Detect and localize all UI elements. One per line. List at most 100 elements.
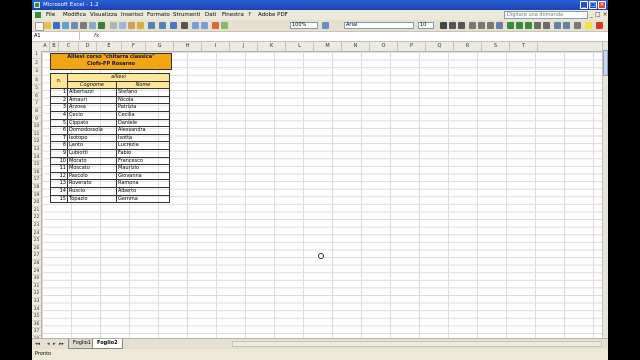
row-header[interactable]: 37 xyxy=(32,328,41,336)
row-header[interactable]: 23 xyxy=(32,222,41,230)
column-header[interactable]: P xyxy=(398,42,426,51)
cell-number[interactable]: 10 xyxy=(50,156,68,166)
cell-cognome[interactable]: Isotopo xyxy=(67,133,117,143)
cell-number[interactable]: 5 xyxy=(50,118,68,128)
vertical-scroll-thumb[interactable] xyxy=(603,50,608,76)
row-header[interactable]: 22 xyxy=(32,214,41,222)
bold-icon[interactable] xyxy=(440,22,447,29)
menu-formato[interactable]: Formato xyxy=(147,10,170,20)
currency-icon[interactable] xyxy=(507,22,514,29)
cell-cognome[interactable]: Cecio xyxy=(67,110,117,120)
row-header[interactable]: 1 xyxy=(32,51,41,59)
cell-cognome[interactable]: Domodossola xyxy=(67,126,117,135)
cell-nome[interactable]: Alessandra xyxy=(116,126,170,135)
help-icon[interactable] xyxy=(322,22,329,29)
font-select[interactable]: Arial xyxy=(344,22,414,29)
font-size-select[interactable]: 10 xyxy=(418,22,434,29)
percent-icon[interactable] xyxy=(516,22,523,29)
horizontal-scrollbar[interactable] xyxy=(232,341,602,347)
worksheet-grid[interactable]: ABCDEFGHIJKLMNOPQRST 1 2 3 4 5 6 7 8 9 10 11 12 13 14… xyxy=(32,42,602,338)
menu-modifica[interactable]: Modifica xyxy=(63,10,86,20)
sort-ascending-icon[interactable] xyxy=(192,22,199,29)
row-header[interactable]: 4 xyxy=(32,76,41,86)
cut-icon[interactable] xyxy=(110,22,117,29)
cell-nome[interactable]: Nicola xyxy=(116,95,170,105)
chart-wizard-icon[interactable] xyxy=(212,22,219,29)
row-header[interactable]: 8 xyxy=(32,108,41,116)
row-header[interactable]: 27 xyxy=(32,252,41,260)
column-header[interactable]: H xyxy=(174,42,202,51)
workbook-icon[interactable] xyxy=(35,12,41,18)
borders-icon[interactable] xyxy=(574,22,581,29)
align-left-icon[interactable] xyxy=(469,22,476,29)
prev-sheet-nav[interactable]: ◂ xyxy=(47,340,50,348)
column-header[interactable]: J xyxy=(230,42,258,51)
next-sheet-nav[interactable]: ▸ xyxy=(53,340,56,348)
row-header[interactable]: 10 xyxy=(32,123,41,131)
first-sheet-nav[interactable]: ◂◂ xyxy=(35,340,40,348)
row-header[interactable]: 9 xyxy=(32,116,41,124)
cell-cognome[interactable]: Morato xyxy=(67,156,117,166)
cell-cognome[interactable]: Topazio xyxy=(67,194,117,204)
open-icon[interactable] xyxy=(44,22,51,29)
autosum-icon[interactable] xyxy=(181,22,188,29)
row-header[interactable]: 33 xyxy=(32,298,41,306)
increase-indent-icon[interactable] xyxy=(563,22,570,29)
cell-nome[interactable]: Fabio xyxy=(116,148,170,158)
undo-icon[interactable] xyxy=(148,22,155,29)
column-header[interactable]: D xyxy=(79,42,97,51)
maximize-button[interactable]: □ xyxy=(589,1,597,9)
column-header[interactable]: F xyxy=(122,42,146,51)
hyperlink-icon[interactable] xyxy=(170,22,177,29)
row-header[interactable]: 13 xyxy=(32,146,41,154)
cell-number[interactable]: 9 xyxy=(50,148,68,158)
row-header[interactable]: 20 xyxy=(32,199,41,207)
column-header[interactable]: T xyxy=(510,42,538,51)
menu-strumenti[interactable]: Strumenti xyxy=(173,10,200,20)
column-header[interactable]: O xyxy=(370,42,398,51)
name-box[interactable]: A1 xyxy=(32,32,80,40)
minimize-button[interactable]: _ xyxy=(580,1,588,9)
tab-foglio2[interactable]: Foglio2 xyxy=(92,339,123,349)
align-right-icon[interactable] xyxy=(487,22,494,29)
cell-nome[interactable]: Gemma xyxy=(116,194,170,204)
row-header[interactable]: 12 xyxy=(32,138,41,146)
new-icon[interactable] xyxy=(35,22,44,31)
close-button[interactable]: × xyxy=(598,1,606,9)
row-header[interactable]: 5 xyxy=(32,85,41,93)
print-icon[interactable] xyxy=(80,22,87,29)
row-header[interactable]: 29 xyxy=(32,268,41,276)
increase-decimal-icon[interactable] xyxy=(534,22,541,29)
column-header[interactable]: S xyxy=(482,42,510,51)
cell-number[interactable]: 2 xyxy=(50,95,68,105)
cell-nome[interactable]: Alberto xyxy=(116,186,170,196)
row-header[interactable]: 24 xyxy=(32,230,41,238)
italic-icon[interactable] xyxy=(449,22,456,29)
row-header[interactable]: 31 xyxy=(32,283,41,291)
column-header[interactable]: A xyxy=(41,42,50,51)
row-header[interactable]: 16 xyxy=(32,169,41,177)
menu-finestra[interactable]: Finestra xyxy=(222,10,244,20)
row-header[interactable]: 18 xyxy=(32,184,41,192)
cell-cognome[interactable]: Arzosa xyxy=(67,103,117,112)
cell-cognome[interactable]: Cippato xyxy=(67,118,117,128)
row-header[interactable]: 36 xyxy=(32,321,41,329)
column-header[interactable]: K xyxy=(258,42,286,51)
cell-cognome[interactable]: Pascolo xyxy=(67,171,117,181)
cell-number[interactable]: 8 xyxy=(50,141,68,150)
row-header[interactable]: 34 xyxy=(32,306,41,314)
sort-descending-icon[interactable] xyxy=(201,22,208,29)
spelling-icon[interactable] xyxy=(98,22,105,29)
menu-help[interactable]: ? xyxy=(248,10,251,20)
last-sheet-nav[interactable]: ▸▸ xyxy=(59,340,64,348)
underline-icon[interactable] xyxy=(458,22,465,29)
row-header[interactable]: 6 xyxy=(32,93,41,101)
sheet-title-block[interactable]: Allievi corso "chitarra classica" Ciofs-… xyxy=(50,53,172,70)
cell-nome[interactable]: Daniele xyxy=(116,118,170,128)
menu-adobe-pdf[interactable]: Adobe PDF xyxy=(258,10,288,20)
comma-style-icon[interactable] xyxy=(525,22,532,29)
column-header[interactable]: B xyxy=(50,42,59,51)
row-header[interactable]: 7 xyxy=(32,100,41,108)
cell-cognome[interactable]: Lanto xyxy=(67,141,117,150)
header-allievi[interactable]: allievi xyxy=(67,73,170,82)
